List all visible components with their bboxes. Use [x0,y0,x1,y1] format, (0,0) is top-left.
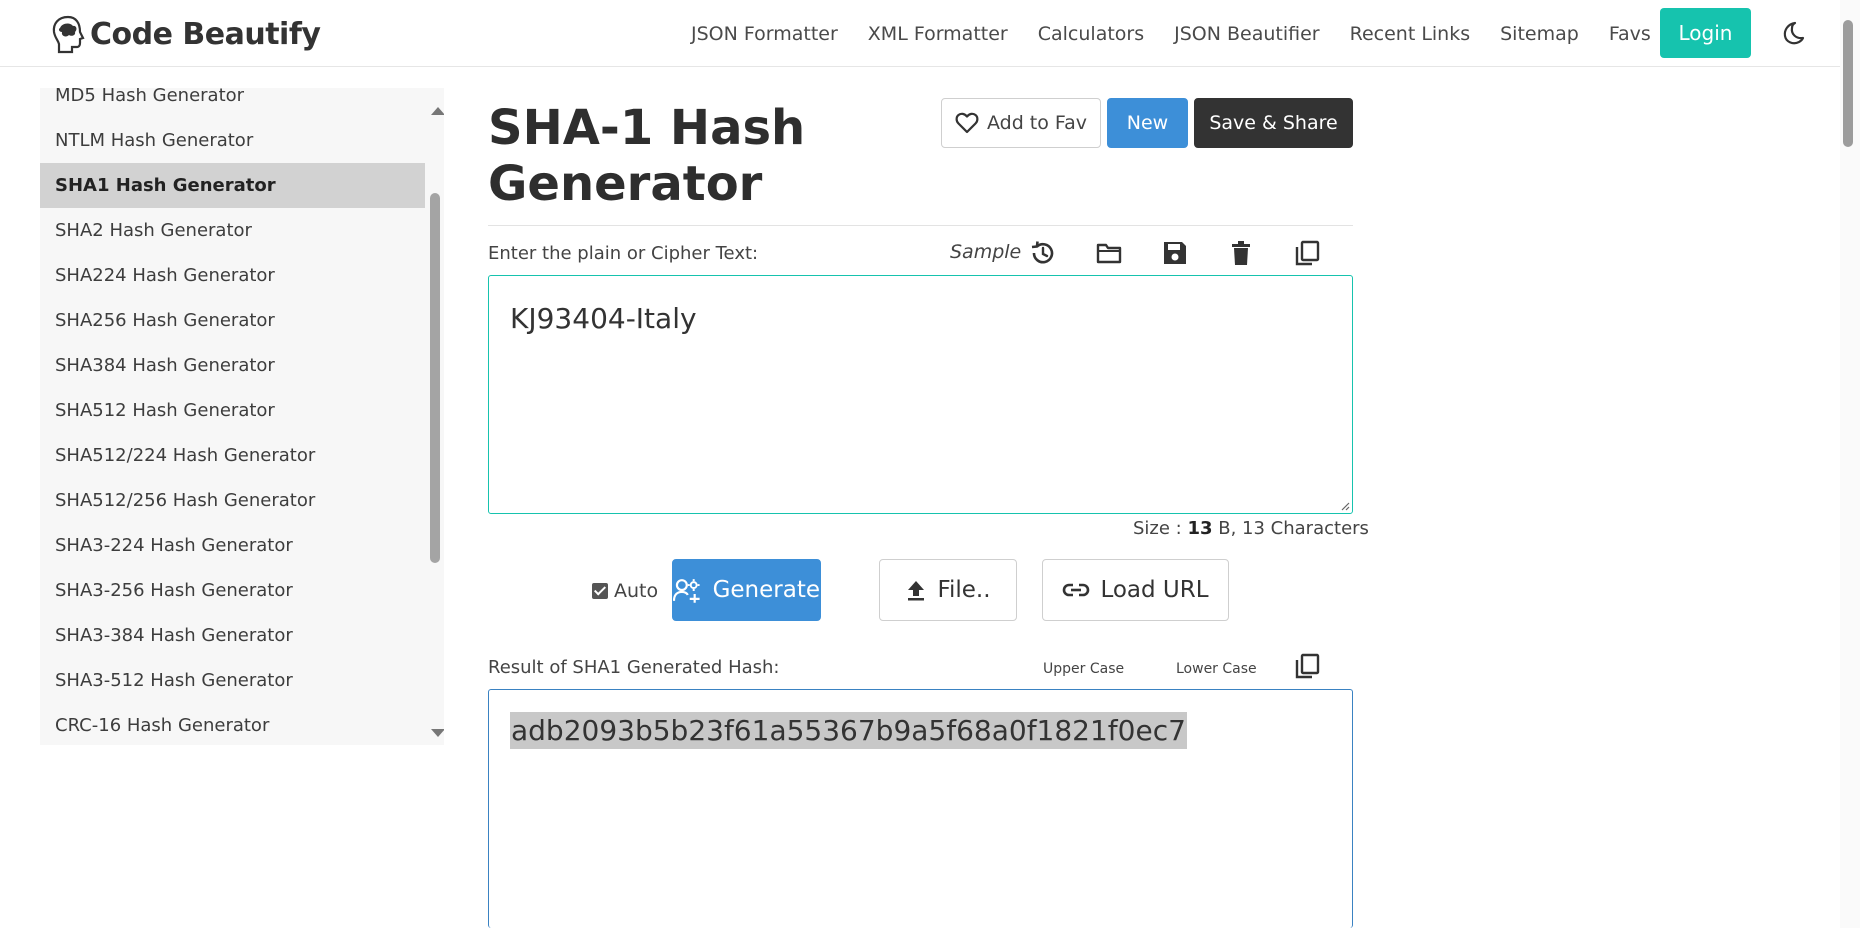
sidebar-item-sha224[interactable]: SHA224 Hash Generator [40,253,425,298]
nav-link-calculators[interactable]: Calculators [1038,18,1144,50]
sidebar-item-md5[interactable]: MD5 Hash Generator [40,88,425,118]
sidebar-item-sha3-384[interactable]: SHA3-384 Hash Generator [40,613,425,658]
trash-icon[interactable] [1227,239,1255,267]
save-disk-icon[interactable] [1161,239,1189,267]
new-button[interactable]: New [1107,98,1188,148]
nav-links: JSON Formatter XML Formatter Calculators… [691,18,1707,50]
nav-link-sitemap[interactable]: Sitemap [1500,18,1579,50]
lower-case-link[interactable]: Lower Case [1176,661,1257,677]
top-navbar: Code Beautify JSON Formatter XML Formatt… [0,0,1860,67]
title-divider [488,225,1353,226]
generate-label: Generate [712,577,820,603]
sidebar-item-sha3-512[interactable]: SHA3-512 Hash Generator [40,658,425,703]
history-icon[interactable] [1029,239,1057,267]
nav-link-recent-links[interactable]: Recent Links [1350,18,1471,50]
copy-icon[interactable] [1293,239,1321,267]
plain-text-input[interactable]: KJ93404-Italy [488,275,1353,514]
sidebar-item-sha384[interactable]: SHA384 Hash Generator [40,343,425,388]
nav-link-xml-formatter[interactable]: XML Formatter [868,18,1008,50]
input-label: Enter the plain or Cipher Text: [488,243,759,264]
user-gear-icon [673,579,700,603]
login-button[interactable]: Login [1660,8,1751,58]
hash-result-output[interactable]: adb2093b5b23f61a55367b9a5f68a0f1821f0ec7 [488,689,1353,928]
nav-link-json-beautifier[interactable]: JSON Beautifier [1174,18,1319,50]
add-to-fav-label: Add to Fav [986,112,1087,134]
size-prefix: Size : [1133,518,1188,539]
scroll-down-arrow-icon[interactable] [431,729,444,737]
nav-link-json-formatter[interactable]: JSON Formatter [691,18,838,50]
sidebar-item-sha512[interactable]: SHA512 Hash Generator [40,388,425,433]
sidebar-item-crc16[interactable]: CRC-16 Hash Generator [40,703,425,745]
site-logo[interactable]: Code Beautify [50,13,321,55]
link-icon [1063,583,1090,597]
brain-head-icon [52,15,85,54]
sidebar-item-sha3-224[interactable]: SHA3-224 Hash Generator [40,523,425,568]
upper-case-link[interactable]: Upper Case [1043,661,1124,677]
page-title: SHA-1 Hash Generator [488,100,806,212]
size-bytes: 13 [1187,518,1213,539]
size-suffix: B, 13 Characters [1212,518,1369,539]
auto-checkbox-box[interactable] [592,583,608,599]
sidebar-item-sha256[interactable]: SHA256 Hash Generator [40,298,425,343]
logo-text: Code Beautify [90,16,321,52]
generate-button[interactable]: Generate [672,559,821,621]
tools-sidebar: MD5 Hash Generator NTLM Hash Generator S… [40,88,444,745]
sidebar-list: MD5 Hash Generator NTLM Hash Generator S… [40,88,425,745]
sidebar-scrollbar-thumb[interactable] [430,193,440,563]
result-label: Result of SHA1 Generated Hash: [488,657,780,678]
input-value: KJ93404-Italy [510,302,697,335]
load-url-label: Load URL [1100,577,1209,603]
page-scrollbar-thumb[interactable] [1843,20,1853,147]
dark-mode-moon-icon[interactable] [1779,20,1805,46]
save-share-button[interactable]: Save & Share [1194,98,1353,148]
heart-icon [955,112,979,134]
favs-label: Favs [1608,23,1651,45]
hash-result-value: adb2093b5b23f61a55367b9a5f68a0f1821f0ec7 [510,712,1187,749]
size-info: Size : 13 B, 13 Characters [1133,518,1369,539]
sidebar-item-ntlm[interactable]: NTLM Hash Generator [40,118,425,163]
sidebar-item-sha1[interactable]: SHA1 Hash Generator [40,163,425,208]
auto-label: Auto [614,580,659,602]
add-to-fav-button[interactable]: Add to Fav [941,98,1101,148]
auto-checkbox[interactable]: Auto [592,580,658,602]
sidebar-item-sha512-224[interactable]: SHA512/224 Hash Generator [40,433,425,478]
sidebar-item-sha512-256[interactable]: SHA512/256 Hash Generator [40,478,425,523]
upload-icon [908,581,925,601]
sidebar-item-sha2[interactable]: SHA2 Hash Generator [40,208,425,253]
file-upload-button[interactable]: File.. [879,559,1017,621]
scroll-up-arrow-icon[interactable] [431,107,444,115]
open-folder-icon[interactable] [1095,239,1123,267]
resize-handle-icon[interactable] [1340,501,1350,511]
sidebar-item-sha3-256[interactable]: SHA3-256 Hash Generator [40,568,425,613]
load-url-button[interactable]: Load URL [1042,559,1229,621]
sample-link[interactable]: Sample [950,241,1021,263]
copy-result-icon[interactable] [1293,652,1321,680]
file-label: File.. [937,577,991,603]
